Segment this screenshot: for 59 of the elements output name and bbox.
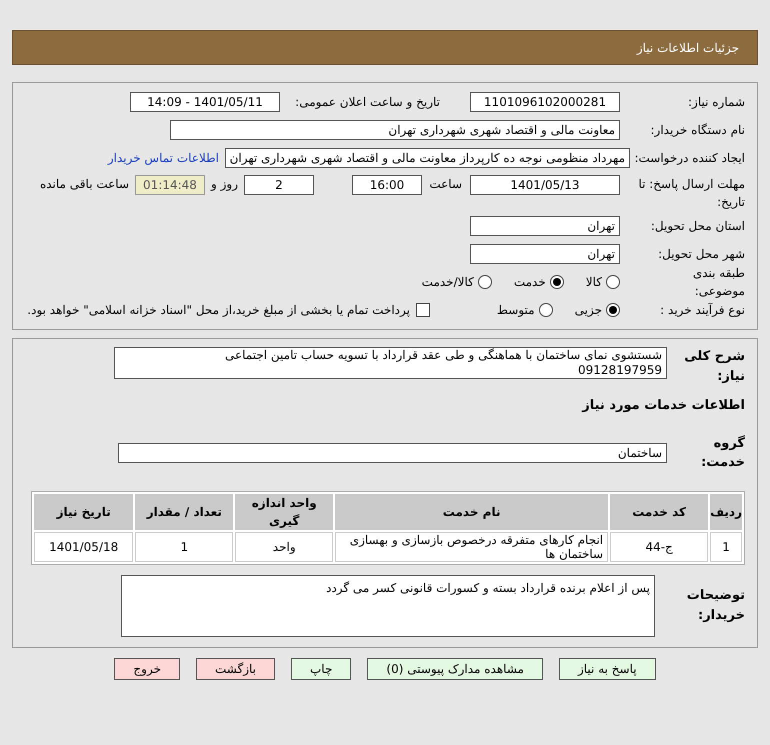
value-field: ساختمان (118, 443, 667, 463)
page-title: جزئیات اطلاعات نیاز (636, 40, 739, 56)
field-label: ایجاد کننده درخواست: (633, 150, 745, 167)
radio-button[interactable] (606, 303, 620, 317)
radio-label: کالا/خدمت (422, 274, 474, 291)
field-label: طبقه بندی موضوعی: (692, 265, 745, 300)
value-field: 1401/05/11 - 14:09 (130, 92, 280, 112)
field-label: توضیحات خریدار: (686, 587, 745, 624)
table-cell: واحد (235, 532, 334, 562)
section-heading: اطلاعات خدمات مورد نیاز (580, 397, 745, 415)
action-button[interactable]: بازگشت (196, 658, 275, 680)
column-header: نام خدمت (335, 494, 608, 530)
radio-button[interactable] (538, 303, 553, 317)
notes-field: پس از اعلام برنده قرارداد بسته و کسورات قانونی کسر می گردد (121, 574, 655, 636)
field-label: شرح کلی نیاز: (683, 348, 745, 386)
radio-button[interactable] (606, 275, 620, 289)
buyer-contact-link[interactable]: اطلاعات تماس خریدار (108, 149, 219, 167)
table-cell: انجام کارهای متفرقه درخصوص بازسازی و بهسازی ساختمان ها (335, 532, 608, 562)
radio-button[interactable] (478, 275, 492, 289)
value-field: 2 (244, 175, 314, 195)
table-cell: 1 (135, 532, 234, 562)
action-button[interactable]: مشاهده مدارک پیوستی (0) (367, 658, 543, 680)
time-label: ساعت (428, 176, 462, 193)
value-field: تهران (470, 244, 620, 264)
remaining-label: ساعت باقی مانده (40, 176, 129, 193)
radio-button[interactable] (550, 275, 564, 289)
radio-label: کالا (586, 274, 602, 291)
field-label: شهر محل تحویل: (657, 246, 745, 263)
value-field: 16:00 (352, 175, 422, 195)
column-header: تاریخ نیاز (34, 494, 134, 530)
field-label: استان محل تحویل: (650, 218, 745, 235)
field-label: تاریخ و ساعت اعلان عمومی: (294, 94, 440, 111)
value-field: معاونت مالی و اقتصاد شهری شهرداری تهران (170, 120, 620, 140)
field-label: نام دستگاه خریدار: (650, 122, 745, 139)
table-cell: 1 (710, 532, 742, 562)
days-label: روز و (211, 176, 238, 193)
action-button[interactable]: چاپ (291, 658, 352, 680)
field-label: مهلت ارسال پاسخ: تا تاریخ: (637, 176, 745, 211)
radio-label: جزیی (574, 302, 602, 319)
table-cell: 1401/05/18 (34, 532, 134, 562)
field-label: گروه خدمت: (700, 434, 745, 472)
column-header: ردیف (710, 494, 742, 530)
table-cell: ج-44 (610, 532, 708, 562)
checkbox[interactable] (416, 303, 430, 317)
radio-label: خدمت (514, 274, 546, 291)
column-header: کد خدمت (610, 494, 708, 530)
radio-label: متوسط (496, 302, 535, 319)
column-header: تعداد / مقدار (135, 494, 234, 530)
column-header: واحد اندازه گیری (235, 494, 334, 530)
action-button[interactable]: پاسخ به نیاز (558, 658, 656, 680)
checkbox-label: پرداخت تمام یا بخشی از مبلغ خرید،از محل "اسناد خزانه اسلامی" خواهد بود. (27, 302, 410, 319)
field-label: نوع فرآیند خرید : (659, 302, 745, 319)
remaining-time-field: 01:14:48 (135, 175, 205, 195)
action-button[interactable]: خروج (114, 658, 180, 680)
field-label: شماره نیاز: (687, 94, 745, 111)
value-field: 1101096102000281 (470, 92, 620, 112)
value-field: 1401/05/13 (470, 175, 620, 195)
value-field: تهران (470, 216, 620, 236)
value-field: مهرداد منظومی نوجه ده کارپرداز معاونت مالی و اقتصاد شهری شهرداری تهران (225, 148, 630, 168)
